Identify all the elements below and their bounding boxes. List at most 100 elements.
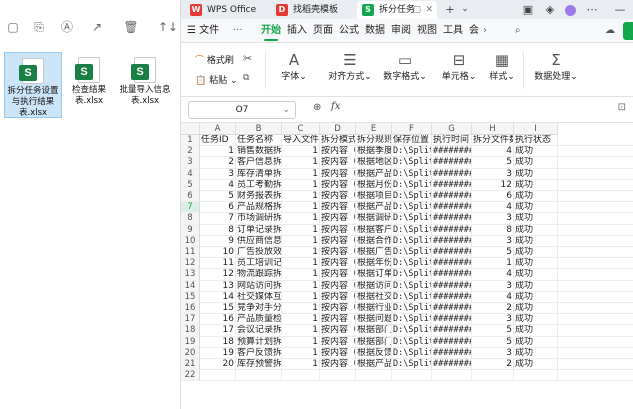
cell[interactable]: 库存清单拆 <box>236 168 282 180</box>
cell[interactable]: 11 <box>200 258 236 270</box>
cell[interactable]: 3 <box>472 280 514 292</box>
cloud-icon[interactable]: ☁ <box>605 19 615 43</box>
style-button[interactable]: ▦ 样式⌄ <box>487 51 517 82</box>
cell[interactable]: 物流跟踪拆 <box>236 269 282 281</box>
cell[interactable]: 成功 <box>514 224 558 236</box>
cell[interactable] <box>432 370 472 382</box>
formula-input[interactable] <box>351 101 621 119</box>
menu-formula[interactable]: 公式 <box>339 19 359 43</box>
menu-insert[interactable]: 插入 <box>287 19 307 43</box>
cell[interactable]: 按内容（ <box>320 325 356 337</box>
cell[interactable]: ######## <box>432 280 472 292</box>
cell[interactable]: D:\SplitR <box>392 168 432 180</box>
cell[interactable]: 销售数据拆 <box>236 146 282 158</box>
cell[interactable]: 1 <box>282 258 320 270</box>
select-all-corner[interactable] <box>181 123 200 135</box>
cell[interactable]: 根据地区分 <box>356 157 392 169</box>
cell[interactable]: 根据部门分 <box>356 336 392 348</box>
cell[interactable]: 1 <box>282 303 320 314</box>
cell[interactable]: 12 <box>200 269 236 281</box>
cell[interactable]: 根据月份分 <box>356 179 392 191</box>
cell[interactable]: 根据产品分 <box>356 359 392 370</box>
column-header-E[interactable]: E <box>356 123 392 135</box>
cell[interactable]: 根据问题类 <box>356 314 392 326</box>
cell[interactable]: 员工考勤拆 <box>236 179 282 191</box>
cell[interactable]: 5 <box>200 191 236 202</box>
cell[interactable]: 1 <box>282 336 320 348</box>
cell[interactable]: 订单记录拆 <box>236 224 282 236</box>
menu-member[interactable]: 会 <box>469 19 479 43</box>
cell[interactable]: 按内容（ <box>320 359 356 370</box>
cell[interactable]: ######## <box>432 291 472 303</box>
cell[interactable]: 按内容（ <box>320 247 356 258</box>
cell[interactable]: 按内容（ <box>320 314 356 326</box>
cell[interactable]: 6 <box>472 191 514 202</box>
format-painter-button[interactable]: ⌒ 格式刷 <box>195 53 234 66</box>
row-header-9[interactable]: 9 <box>181 224 200 236</box>
number-format-button[interactable]: ▭ 数字格式⌄ <box>381 51 429 82</box>
cell[interactable]: 根据访问时 <box>356 280 392 292</box>
chevron-right-icon[interactable]: › <box>483 19 487 43</box>
expand-icon[interactable]: ⊡ <box>618 102 626 113</box>
cell[interactable]: 按内容（ <box>320 157 356 169</box>
cell[interactable]: 1 <box>282 280 320 292</box>
cell[interactable]: 2 <box>472 303 514 314</box>
cell[interactable]: ######## <box>432 213 472 225</box>
cell[interactable]: 按内容（ <box>320 224 356 236</box>
tab-wps-office[interactable]: W WPS Office <box>185 1 267 19</box>
cell[interactable]: 根据合作等 <box>356 235 392 247</box>
cell[interactable]: 1 <box>472 258 514 270</box>
cell[interactable]: 任务名称 <box>236 135 282 146</box>
search-icon[interactable]: ⌕ <box>515 19 521 43</box>
cell[interactable]: 社交媒体互 <box>236 291 282 303</box>
row-header-12[interactable]: 12 <box>181 258 200 270</box>
cell[interactable]: ######## <box>432 224 472 236</box>
cell[interactable]: D:\SplitR <box>392 224 432 236</box>
row-header-6[interactable]: 6 <box>181 191 200 203</box>
cell[interactable]: 市场调研拆 <box>236 213 282 225</box>
cell[interactable] <box>392 370 432 382</box>
cell[interactable]: 按内容（ <box>320 258 356 270</box>
cell[interactable]: 根据客户分 <box>356 224 392 236</box>
cell[interactable]: D:\SplitR <box>392 347 432 359</box>
cell[interactable]: ######## <box>432 336 472 348</box>
cell[interactable]: 按内容（ <box>320 146 356 158</box>
row-header-21[interactable]: 21 <box>181 359 200 371</box>
cell[interactable]: 拆分规则 <box>356 135 392 146</box>
cell[interactable]: 产品规格拆 <box>236 202 282 214</box>
delete-icon[interactable]: 🗑 <box>122 18 140 36</box>
cell[interactable]: 1 <box>282 146 320 158</box>
cell[interactable]: 按内容（ <box>320 280 356 292</box>
row-header-11[interactable]: 11 <box>181 247 200 259</box>
cell[interactable]: D:\SplitR <box>392 269 432 281</box>
cell[interactable]: 按内容（ <box>320 347 356 359</box>
cell[interactable]: 成功 <box>514 179 558 191</box>
cell[interactable]: 4 <box>472 146 514 158</box>
cell[interactable]: 网站访问拆 <box>236 280 282 292</box>
cell[interactable]: 根据广告渠 <box>356 247 392 258</box>
cell[interactable]: 按内容（ <box>320 191 356 202</box>
row-header-13[interactable]: 13 <box>181 269 200 281</box>
cell[interactable]: 按内容（ <box>320 202 356 214</box>
cell[interactable]: ######## <box>432 269 472 281</box>
cell[interactable] <box>514 370 558 382</box>
tab-window-icon[interactable]: ▢ <box>412 1 421 19</box>
cell[interactable]: ######## <box>432 303 472 314</box>
row-header-10[interactable]: 10 <box>181 235 200 247</box>
cell[interactable]: 成功 <box>514 359 558 370</box>
copy-icon[interactable]: ⧉ <box>243 73 249 83</box>
cell[interactable]: 5 <box>472 325 514 337</box>
cell[interactable]: 16 <box>200 314 236 326</box>
tab-template[interactable]: D 找稻壳模板 <box>271 1 353 19</box>
cell[interactable]: 5 <box>472 336 514 348</box>
column-header-F[interactable]: F <box>392 123 432 135</box>
cell[interactable]: 执行状态 <box>514 135 558 146</box>
row-header-20[interactable]: 20 <box>181 347 200 359</box>
window-icon[interactable]: ▣ <box>521 0 535 19</box>
cell[interactable]: 按内容（ <box>320 303 356 314</box>
cell[interactable]: ######## <box>432 146 472 158</box>
cell[interactable]: 根据部门分 <box>356 325 392 337</box>
cell[interactable]: 产品质量检 <box>236 314 282 326</box>
cell[interactable]: 成功 <box>514 168 558 180</box>
row-header-14[interactable]: 14 <box>181 280 200 292</box>
